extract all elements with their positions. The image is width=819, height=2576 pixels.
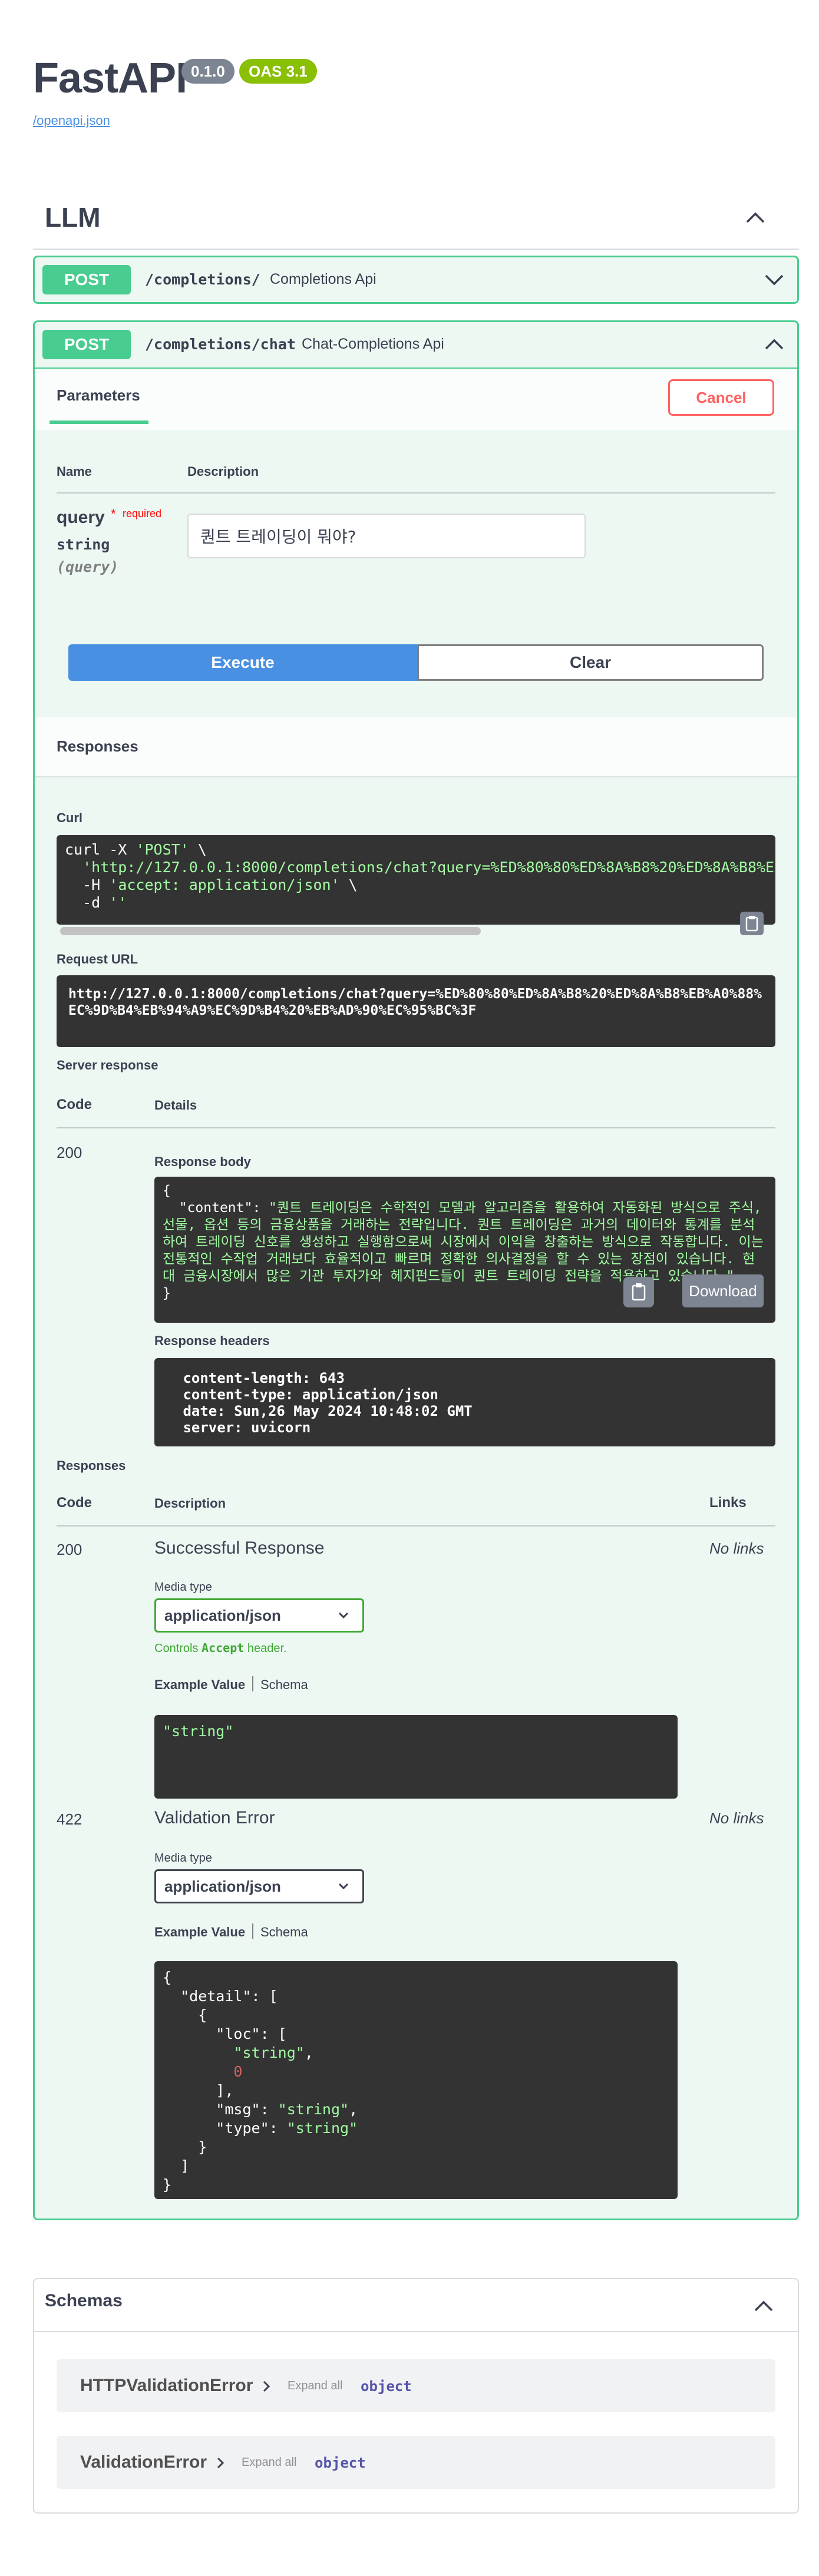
tab-active-underline xyxy=(49,420,148,424)
query-input[interactable] xyxy=(187,514,586,558)
tab-example-value[interactable]: Example Value xyxy=(154,1677,245,1693)
tag-title[interactable]: LLM xyxy=(45,201,101,233)
curl-code-block[interactable]: curl -X 'POST' \ 'http://127.0.0.1:8000/… xyxy=(57,835,775,925)
response-headers-block: content-length: 643 content-type: applic… xyxy=(154,1358,775,1446)
column-code-header: Code xyxy=(57,1495,92,1511)
media-type-select[interactable]: application/json xyxy=(154,1869,364,1903)
responses-divider xyxy=(35,776,797,777)
operation-path: /completions/chat xyxy=(145,336,296,353)
horizontal-scrollbar[interactable] xyxy=(60,927,481,935)
example-value-block: "string" xyxy=(154,1715,678,1799)
required-label: required xyxy=(123,508,162,519)
tab-separator xyxy=(252,1676,253,1691)
schemas-divider xyxy=(34,2331,798,2332)
schemas-title[interactable]: Schemas xyxy=(45,2291,123,2311)
model-type: object xyxy=(315,2455,366,2471)
swagger-page: FastAPI 0.1.0 OAS 3.1 /openapi.json LLM … xyxy=(0,0,819,2576)
oas-badge: OAS 3.1 xyxy=(239,59,317,84)
api-title: FastAPI xyxy=(33,55,187,102)
response-description: Successful Response xyxy=(154,1538,325,1558)
operation-summary: Chat-Completions Api xyxy=(302,336,444,352)
example-value-block: { "detail": [ { "loc": [ "string", 0 ], … xyxy=(154,1961,678,2199)
tab-example-value[interactable]: Example Value xyxy=(154,1925,245,1940)
download-button[interactable]: Download xyxy=(682,1274,764,1307)
method-badge: POST xyxy=(42,265,131,294)
tab-schema[interactable]: Schema xyxy=(260,1677,308,1693)
controls-accept-note: Controls Accept header. xyxy=(154,1641,287,1655)
chevron-down-icon[interactable] xyxy=(762,268,786,292)
chevron-down-icon xyxy=(338,1612,349,1619)
chevron-down-icon xyxy=(338,1883,349,1890)
responses-header xyxy=(35,717,797,777)
request-url-block: http://127.0.0.1:8000/completions/chat?q… xyxy=(57,975,775,1047)
execute-button[interactable]: Execute xyxy=(68,644,417,681)
model-name: HTTPValidationError xyxy=(80,2376,253,2395)
chevron-up-icon[interactable] xyxy=(752,2294,775,2318)
documented-responses-title: Responses xyxy=(57,1458,126,1473)
table-divider xyxy=(57,1127,775,1128)
media-type-select[interactable]: application/json xyxy=(154,1598,364,1633)
column-links-header: Links xyxy=(709,1495,747,1511)
media-type-value: application/json xyxy=(164,1878,281,1895)
schema-model-httpvalidationerror[interactable]: HTTPValidationError Expand all object xyxy=(57,2359,775,2412)
media-type-label: Media type xyxy=(154,1581,212,1594)
param-type: string xyxy=(57,536,110,553)
media-type-label: Media type xyxy=(154,1852,212,1865)
response-code: 422 xyxy=(57,1810,82,1828)
media-type-value: application/json xyxy=(164,1607,281,1624)
response-links: No links xyxy=(709,1809,764,1827)
param-name: query xyxy=(57,508,105,527)
openapi-json-link[interactable]: /openapi.json xyxy=(33,113,110,128)
request-url: http://127.0.0.1:8000/completions/chat?q… xyxy=(68,986,762,1018)
chevron-up-icon[interactable] xyxy=(762,333,786,356)
response-description: Validation Error xyxy=(154,1808,275,1827)
column-description-header: Description xyxy=(187,464,259,479)
model-type: object xyxy=(361,2378,412,2395)
table-divider xyxy=(57,1525,775,1527)
chevron-right-icon xyxy=(263,2380,270,2392)
model-name: ValidationError xyxy=(80,2452,207,2472)
response-links: No links xyxy=(709,1539,764,1557)
cancel-button[interactable]: Cancel xyxy=(668,379,774,416)
curl-label: Curl xyxy=(57,810,82,825)
tab-parameters[interactable]: Parameters xyxy=(57,386,140,405)
method-badge: POST xyxy=(42,330,131,359)
column-name-header: Name xyxy=(57,464,92,479)
chevron-right-icon xyxy=(217,2457,224,2469)
expand-all-toggle[interactable]: Expand all xyxy=(288,2379,342,2393)
version-badge: 0.1.0 xyxy=(181,59,235,84)
column-details-header: Details xyxy=(154,1098,197,1112)
response-body-label: Response body xyxy=(154,1154,251,1169)
required-star: * xyxy=(111,506,116,521)
tab-schema[interactable]: Schema xyxy=(260,1925,308,1940)
column-code-header: Code xyxy=(57,1097,92,1112)
schema-model-validationerror[interactable]: ValidationError Expand all object xyxy=(57,2436,775,2489)
tag-divider xyxy=(33,249,799,250)
clear-button[interactable]: Clear xyxy=(417,644,764,681)
table-divider xyxy=(57,492,775,494)
operation-summary: Completions Api xyxy=(270,271,377,287)
responses-title: Responses xyxy=(57,737,138,755)
column-description-header: Description xyxy=(154,1496,226,1511)
copy-to-clipboard-icon[interactable] xyxy=(623,1277,654,1307)
response-headers-label: Response headers xyxy=(154,1333,270,1348)
copy-to-clipboard-icon[interactable] xyxy=(740,912,764,935)
server-response-label: Server response xyxy=(57,1058,158,1072)
operation-path: /completions/ xyxy=(145,271,260,288)
tab-separator xyxy=(252,1923,253,1939)
request-url-label: Request URL xyxy=(57,952,138,966)
chevron-up-icon[interactable] xyxy=(744,206,767,230)
expand-all-toggle[interactable]: Expand all xyxy=(242,2456,296,2469)
response-code: 200 xyxy=(57,1144,82,1161)
param-location: (query) xyxy=(57,558,119,575)
response-code: 200 xyxy=(57,1541,82,1558)
